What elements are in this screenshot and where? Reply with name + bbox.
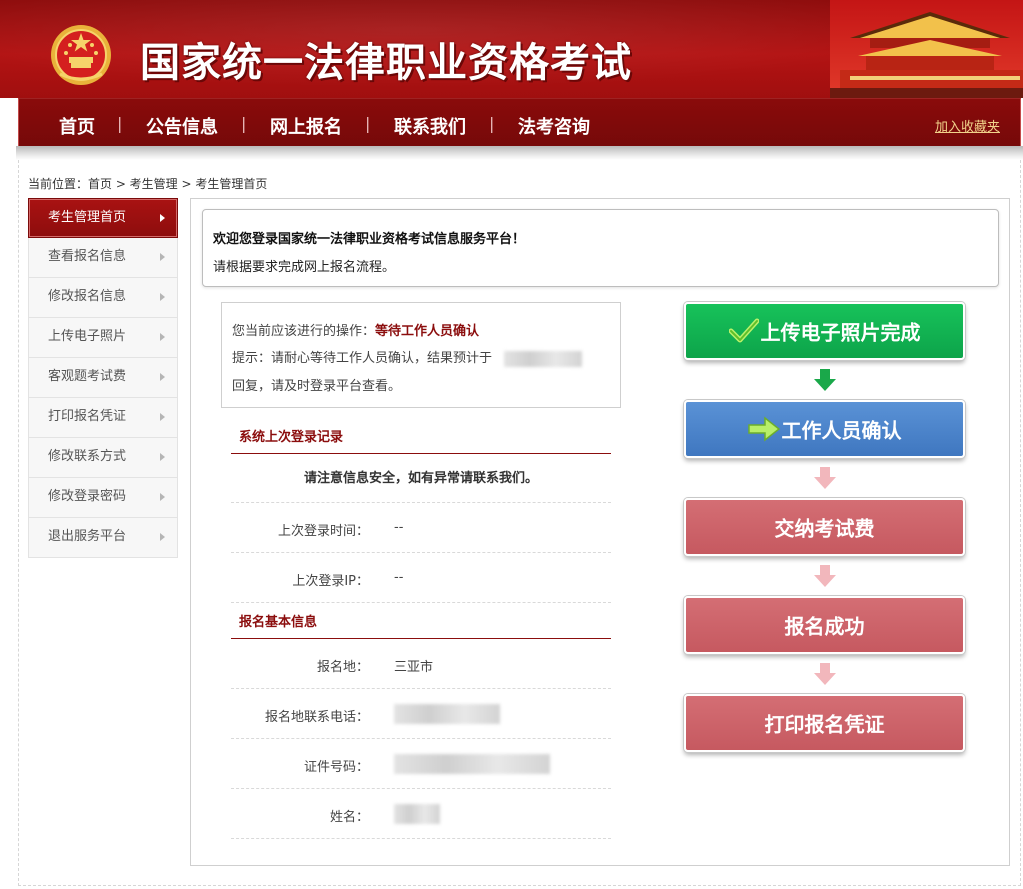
sidebar-item-label: 查看报名信息 <box>48 249 127 264</box>
arrow-down-icon <box>814 369 836 391</box>
step-upload-photo-done: 上传电子照片完成 <box>684 302 965 360</box>
login-record-title: 系统上次登录记录 <box>231 427 611 454</box>
sidebar-item-label: 打印报名凭证 <box>48 409 127 424</box>
step-label: 上传电子照片完成 <box>760 320 921 345</box>
step-label: 交纳考试费 <box>774 516 875 541</box>
welcome-title: 欢迎您登录国家统一法律职业资格考试信息服务平台！ <box>213 232 526 247</box>
arrow-right-icon <box>747 415 780 442</box>
site-title: 国家统一法律职业资格考试 <box>140 40 632 86</box>
step-label: 工作人员确认 <box>781 418 902 443</box>
sidebar-item-change-password[interactable]: 修改登录密码 <box>28 478 178 518</box>
nav-separator: | <box>489 114 495 133</box>
arrow-down-icon <box>814 663 836 685</box>
sidebar-item-candidate-home[interactable]: 考生管理首页 <box>28 198 178 238</box>
caret-right-icon <box>160 453 165 461</box>
nav-item-exam-consult[interactable]: 法考咨询 <box>518 113 590 139</box>
sidebar-item-view-registration[interactable]: 查看报名信息 <box>28 238 178 278</box>
info-row: 上次登录IP： -- <box>231 553 611 603</box>
caret-right-icon <box>160 333 165 341</box>
nav-item-home[interactable]: 首页 <box>59 113 95 139</box>
info-row: 证件号码： <box>231 739 611 789</box>
redacted-id-number <box>394 754 550 774</box>
sidebar-item-label: 退出服务平台 <box>48 529 127 544</box>
nav-shadow <box>16 146 1023 160</box>
operation-hint-prefix: 提示：请耐心等待工作人员确认，结果预计于 <box>232 351 493 366</box>
basic-info-title: 报名基本信息 <box>231 612 611 639</box>
nav-item-online-registration[interactable]: 网上报名 <box>270 113 342 139</box>
welcome-box: 欢迎您登录国家统一法律职业资格考试信息服务平台！ 请根据要求完成网上报名流程。 <box>202 209 999 287</box>
sidebar-item-logout[interactable]: 退出服务平台 <box>28 518 178 558</box>
info-label: 报名地联系电话： <box>264 710 369 725</box>
nav-separator: | <box>365 114 371 133</box>
info-label: 报名地： <box>316 660 369 675</box>
operation-label: 您当前应该进行的操作： <box>232 324 376 339</box>
operation-hint-row: 提示：请耐心等待工作人员确认，结果预计于 <box>232 347 583 367</box>
info-label: 上次登录IP： <box>292 574 369 589</box>
current-operation-box: 您当前应该进行的操作：等待工作人员确认 提示：请耐心等待工作人员确认，结果预计于… <box>221 302 621 408</box>
main-nav: 首页 | 公告信息 | 网上报名 | 联系我们 | 法考咨询 加入收藏夹 <box>18 98 1021 146</box>
sidebar-item-label: 修改报名信息 <box>48 289 127 304</box>
operation-hint-row-2: 回复，请及时登录平台查看。 <box>232 375 401 394</box>
arrow-down-icon <box>814 467 836 489</box>
info-label: 证件号码： <box>303 760 369 775</box>
caret-right-icon <box>160 214 165 222</box>
sidebar: 考生管理首页 查看报名信息 修改报名信息 上传电子照片 客观题考试费 打印报名凭… <box>28 198 178 558</box>
sidebar-item-label: 修改登录密码 <box>48 489 127 504</box>
add-favorite-link[interactable]: 加入收藏夹 <box>935 116 1000 135</box>
sidebar-item-label: 上传电子照片 <box>48 329 127 344</box>
caret-right-icon <box>160 413 165 421</box>
national-emblem-icon <box>51 25 111 85</box>
sidebar-item-edit-registration[interactable]: 修改报名信息 <box>28 278 178 318</box>
info-label: 姓名： <box>329 810 369 825</box>
nav-item-contact-us[interactable]: 联系我们 <box>394 113 466 139</box>
sidebar-item-print-voucher[interactable]: 打印报名凭证 <box>28 398 178 438</box>
redacted-name <box>394 804 440 824</box>
sidebar-item-exam-fee[interactable]: 客观题考试费 <box>28 358 178 398</box>
redacted-phone <box>394 704 500 724</box>
site-header: 国家统一法律职业资格考试 <box>0 0 1023 98</box>
nav-separator: | <box>241 114 247 133</box>
breadcrumb: 当前位置：首页 > 考生管理 > 考生管理首页 <box>28 177 268 191</box>
info-row: 报名地： 三亚市 <box>231 639 611 689</box>
info-value: 三亚市 <box>394 660 434 675</box>
operation-hint-suffix: 回复，请及时登录平台查看。 <box>232 379 402 394</box>
nav-item-announcements[interactable]: 公告信息 <box>146 113 218 139</box>
step-pay-exam-fee: 交纳考试费 <box>684 498 965 556</box>
nav-separator: | <box>117 114 123 133</box>
info-row: 上次登录时间： -- <box>231 503 611 553</box>
sidebar-item-label: 修改联系方式 <box>48 449 127 464</box>
redacted-date <box>504 350 583 367</box>
caret-right-icon <box>160 293 165 301</box>
welcome-subtitle: 请根据要求完成网上报名流程。 <box>213 260 396 275</box>
step-registration-success: 报名成功 <box>684 596 965 654</box>
sidebar-item-edit-contact[interactable]: 修改联系方式 <box>28 438 178 478</box>
tiananmen-image <box>830 0 1023 98</box>
step-print-voucher: 打印报名凭证 <box>684 694 965 752</box>
caret-right-icon <box>160 493 165 501</box>
info-row: 报名地联系电话： <box>231 689 611 739</box>
operation-row: 您当前应该进行的操作：等待工作人员确认 <box>232 320 479 339</box>
caret-right-icon <box>160 533 165 541</box>
step-staff-confirm-current: 工作人员确认 <box>684 400 965 458</box>
sidebar-item-label: 客观题考试费 <box>48 369 127 384</box>
sidebar-item-label: 考生管理首页 <box>48 210 127 225</box>
arrow-down-icon <box>814 565 836 587</box>
security-notice: 请注意信息安全，如有异常请联系我们。 <box>231 455 611 503</box>
sidebar-item-upload-photo[interactable]: 上传电子照片 <box>28 318 178 358</box>
info-value: -- <box>394 520 404 535</box>
step-label: 打印报名凭证 <box>764 712 885 737</box>
info-row: 姓名： <box>231 789 611 839</box>
operation-value: 等待工作人员确认 <box>375 324 480 339</box>
caret-right-icon <box>160 373 165 381</box>
info-value: -- <box>394 570 404 585</box>
caret-right-icon <box>160 253 165 261</box>
step-label: 报名成功 <box>784 614 865 639</box>
info-label: 上次登录时间： <box>277 524 369 539</box>
check-icon <box>728 318 759 342</box>
